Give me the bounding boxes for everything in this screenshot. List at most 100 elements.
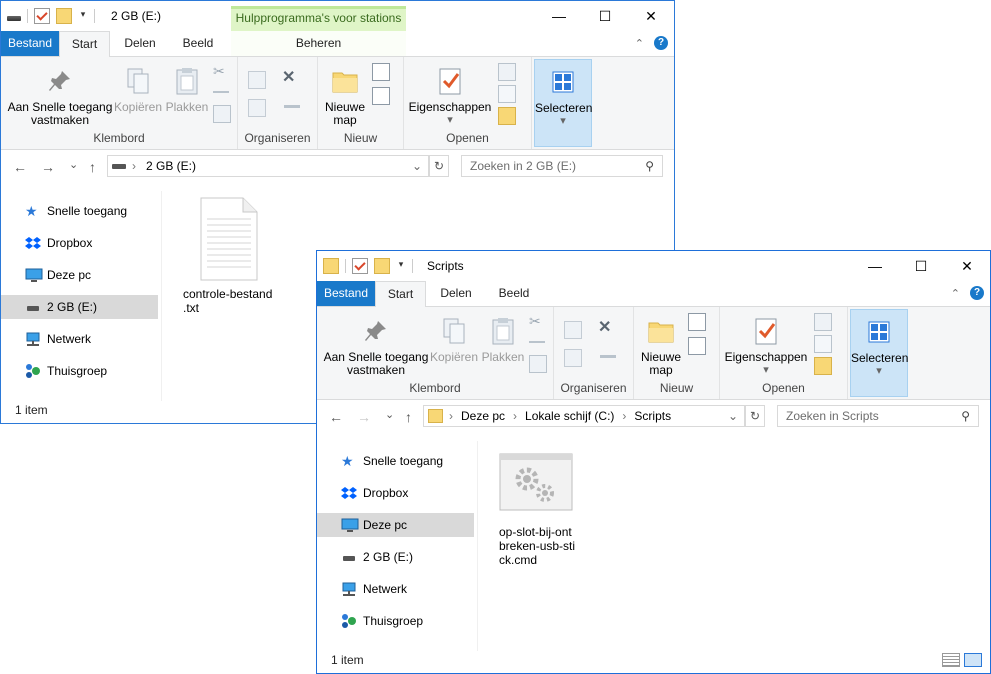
breadcrumb-item[interactable]: Scripts [634, 409, 671, 423]
select-button[interactable]: Selecteren ▾ [534, 59, 592, 147]
edit-icon[interactable] [498, 85, 516, 103]
copy-path-icon[interactable] [213, 85, 229, 93]
tab-file[interactable]: Bestand [1, 31, 59, 56]
address-bar[interactable]: › 2 GB (E:) ⌄ [107, 155, 429, 177]
cut-icon[interactable]: ✂ [529, 313, 545, 329]
delete-icon[interactable]: ✕ [598, 317, 614, 336]
tab-manage[interactable]: Beheren [231, 31, 406, 56]
minimize-button[interactable]: — [536, 1, 582, 31]
nav-item-network[interactable]: Netwerk [317, 577, 474, 601]
history-icon[interactable] [814, 357, 832, 375]
new-folder-button[interactable]: Nieuwe map [322, 61, 368, 127]
select-button[interactable]: Selecteren ▾ [850, 309, 908, 397]
up-button[interactable]: ↑ [89, 159, 96, 175]
properties-button[interactable]: Eigenschappen ▾ [408, 61, 492, 127]
cut-icon[interactable]: ✂ [213, 63, 229, 79]
move-to-icon[interactable] [564, 321, 582, 339]
paste-shortcut-icon[interactable] [529, 355, 547, 373]
refresh-button[interactable]: ↻ [745, 405, 765, 427]
maximize-button[interactable]: ☐ [582, 1, 628, 31]
nav-item-quick-access[interactable]: ★ Snelle toegang [317, 449, 474, 473]
recent-locations-button[interactable]: ⌄ [69, 158, 78, 171]
nav-item-quick-access[interactable]: ★ Snelle toegang [1, 199, 158, 223]
forward-button[interactable]: → [41, 159, 55, 175]
nav-item-drive-e[interactable]: 2 GB (E:) [317, 545, 474, 569]
new-folder-button[interactable]: Nieuwe map [638, 311, 684, 377]
collapse-ribbon-icon[interactable]: ⌃ [635, 37, 644, 50]
address-dropdown-icon[interactable]: ⌄ [728, 409, 738, 423]
breadcrumb-item[interactable]: Deze pc [461, 409, 505, 423]
nav-item-this-pc[interactable]: Deze pc [1, 263, 158, 287]
maximize-button[interactable]: ☐ [898, 251, 944, 281]
open-icon[interactable] [498, 63, 516, 81]
easy-access-icon[interactable] [688, 337, 706, 355]
easy-access-icon[interactable] [372, 87, 390, 105]
new-folder-icon[interactable] [56, 8, 72, 24]
delete-icon[interactable]: ✕ [282, 67, 298, 86]
copy-to-icon[interactable] [248, 99, 266, 117]
rename-icon[interactable] [284, 97, 300, 108]
address-dropdown-icon[interactable]: ⌄ [412, 159, 422, 173]
paste-button[interactable]: Plakken [163, 61, 211, 114]
properties-icon[interactable] [34, 8, 50, 24]
large-icons-view-icon[interactable] [964, 653, 982, 667]
open-icon[interactable] [814, 313, 832, 331]
new-item-icon[interactable] [372, 63, 390, 81]
breadcrumb-item[interactable]: Lokale schijf (C:) [525, 409, 614, 423]
nav-item-dropbox[interactable]: Dropbox [317, 481, 474, 505]
nav-item-network[interactable]: Netwerk [1, 327, 158, 351]
tab-share[interactable]: Delen [429, 281, 483, 306]
copy-to-icon[interactable] [564, 349, 582, 367]
customize-qat-chevron-icon[interactable]: ▾ [78, 9, 88, 23]
customize-qat-chevron-icon[interactable]: ▾ [396, 259, 406, 273]
paste-button[interactable]: Plakken [479, 311, 527, 364]
help-icon[interactable]: ? [970, 286, 984, 300]
nav-item-dropbox[interactable]: Dropbox [1, 231, 158, 255]
details-view-icon[interactable] [942, 653, 960, 667]
tab-share[interactable]: Delen [113, 31, 167, 56]
forward-button[interactable]: → [357, 409, 371, 425]
history-icon[interactable] [498, 107, 516, 125]
rename-icon[interactable] [600, 347, 616, 358]
file-item[interactable]: op-slot-bij-ont breken-usb-sti ck.cmd [499, 453, 599, 567]
properties-button[interactable]: Eigenschappen ▾ [724, 311, 808, 377]
copy-button[interactable]: Kopiëren [113, 61, 163, 114]
breadcrumb-item[interactable]: 2 GB (E:) [146, 159, 196, 173]
search-input[interactable]: Zoeken in Scripts ⚲ [777, 405, 979, 427]
nav-item-this-pc[interactable]: Deze pc [317, 513, 474, 537]
search-input[interactable]: Zoeken in 2 GB (E:) ⚲ [461, 155, 663, 177]
pin-quick-access-button[interactable]: Aan Snelle toegang vastmaken [323, 311, 429, 377]
nav-item-drive-e[interactable]: 2 GB (E:) [1, 295, 158, 319]
new-folder-icon[interactable] [374, 258, 390, 274]
properties-icon[interactable] [352, 258, 368, 274]
address-bar[interactable]: › Deze pc › Lokale schijf (C:) › Scripts… [423, 405, 745, 427]
copy-button[interactable]: Kopiëren [429, 311, 479, 364]
back-button[interactable]: ← [329, 409, 343, 425]
paste-shortcut-icon[interactable] [213, 105, 231, 123]
back-button[interactable]: ← [13, 159, 27, 175]
new-group-label: Nieuw [659, 381, 694, 395]
up-button[interactable]: ↑ [405, 409, 412, 425]
nav-item-homegroup[interactable]: Thuisgroep [317, 609, 474, 633]
edit-icon[interactable] [814, 335, 832, 353]
file-item[interactable]: controle-bestand .txt [183, 197, 283, 315]
recent-locations-button[interactable]: ⌄ [385, 408, 394, 421]
help-icon[interactable]: ? [654, 36, 668, 50]
tab-start[interactable]: Start [375, 281, 426, 307]
copy-path-icon[interactable] [529, 335, 545, 343]
tab-view[interactable]: Beeld [485, 281, 543, 306]
tab-file[interactable]: Bestand [317, 281, 375, 306]
properties-dropdown-icon[interactable]: ▾ [408, 114, 492, 127]
tab-view[interactable]: Beeld [169, 31, 227, 56]
new-item-icon[interactable] [688, 313, 706, 331]
nav-item-homegroup[interactable]: Thuisgroep [1, 359, 158, 383]
minimize-button[interactable]: — [852, 251, 898, 281]
collapse-ribbon-icon[interactable]: ⌃ [951, 287, 960, 300]
move-to-icon[interactable] [248, 71, 266, 89]
pin-quick-access-button[interactable]: Aan Snelle toegang vastmaken [7, 61, 113, 127]
tab-start[interactable]: Start [59, 31, 110, 57]
refresh-button[interactable]: ↻ [429, 155, 449, 177]
close-button[interactable]: ✕ [944, 251, 990, 281]
properties-dropdown-icon[interactable]: ▾ [724, 364, 808, 377]
close-button[interactable]: ✕ [628, 1, 674, 31]
